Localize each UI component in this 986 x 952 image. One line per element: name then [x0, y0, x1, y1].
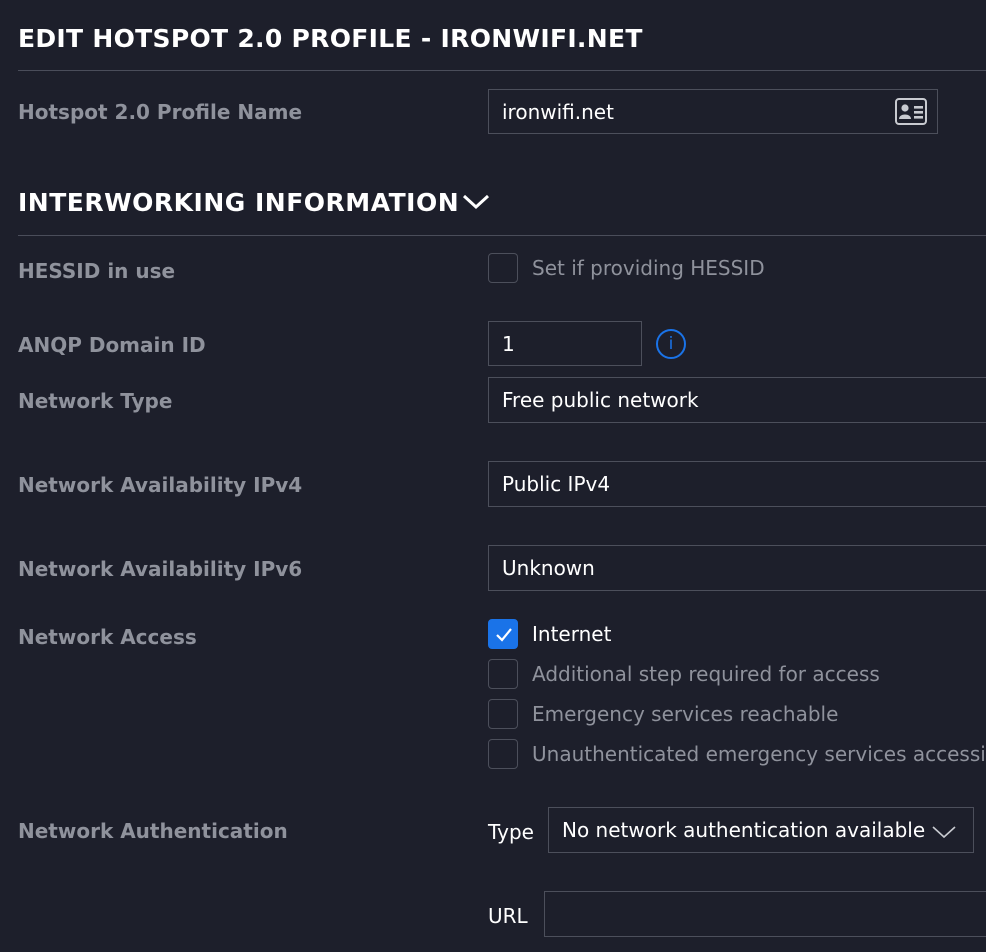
profile-name-value: ironwifi.net: [502, 99, 614, 124]
auth-type-label: Type: [488, 820, 534, 844]
anqp-domain-id-label: ANQP Domain ID: [18, 333, 206, 357]
chevron-down-icon[interactable]: [931, 825, 957, 839]
divider: [18, 235, 986, 236]
page-title: EDIT HOTSPOT 2.0 PROFILE - IRONWIFI.NET: [18, 24, 643, 53]
profile-name-field[interactable]: ironwifi.net: [488, 89, 938, 134]
auth-url-label: URL: [488, 904, 528, 928]
ipv6-availability-label: Network Availability IPv6: [18, 557, 303, 581]
ipv4-availability-value: Public IPv4: [502, 472, 611, 496]
auth-url-input[interactable]: [544, 891, 986, 937]
anqp-domain-id-input[interactable]: 1: [488, 321, 642, 366]
section-title: INTERWORKING INFORMATION: [18, 188, 460, 217]
interworking-section-header[interactable]: INTERWORKING INFORMATION: [18, 188, 490, 217]
emergency-services-checkbox-label: Emergency services reachable: [532, 702, 839, 726]
divider: [18, 70, 986, 71]
hessid-label: HESSID in use: [18, 259, 176, 283]
ipv4-availability-select[interactable]: Public IPv4: [488, 461, 986, 507]
network-access-label: Network Access: [18, 625, 197, 649]
auth-type-value: No network authentication available: [562, 818, 926, 842]
hessid-checkbox[interactable]: [488, 253, 518, 283]
info-icon[interactable]: i: [656, 329, 686, 359]
checkmark-icon: [496, 628, 512, 642]
network-auth-label: Network Authentication: [18, 819, 288, 843]
additional-step-checkbox[interactable]: [488, 659, 518, 689]
auth-type-select[interactable]: No network authentication available: [548, 807, 974, 853]
network-type-value: Free public network: [502, 388, 699, 412]
ipv4-availability-label: Network Availability IPv4: [18, 473, 303, 497]
profile-name-label: Hotspot 2.0 Profile Name: [18, 100, 303, 124]
internet-checkbox[interactable]: [488, 619, 518, 649]
ipv6-availability-select[interactable]: Unknown: [488, 545, 986, 591]
anqp-domain-id-value: 1: [502, 331, 515, 356]
chevron-down-icon[interactable]: [461, 192, 491, 212]
contact-card-icon[interactable]: [895, 98, 927, 130]
additional-step-checkbox-label: Additional step required for access: [532, 662, 880, 686]
hessid-checkbox-label: Set if providing HESSID: [532, 256, 765, 280]
unauth-emergency-checkbox-label: Unauthenticated emergency services acces…: [532, 742, 986, 766]
ipv6-availability-value: Unknown: [502, 556, 595, 580]
internet-checkbox-label: Internet: [532, 622, 612, 646]
network-type-label: Network Type: [18, 389, 173, 413]
unauth-emergency-checkbox[interactable]: [488, 739, 518, 769]
emergency-services-checkbox[interactable]: [488, 699, 518, 729]
network-type-select[interactable]: Free public network: [488, 377, 986, 423]
